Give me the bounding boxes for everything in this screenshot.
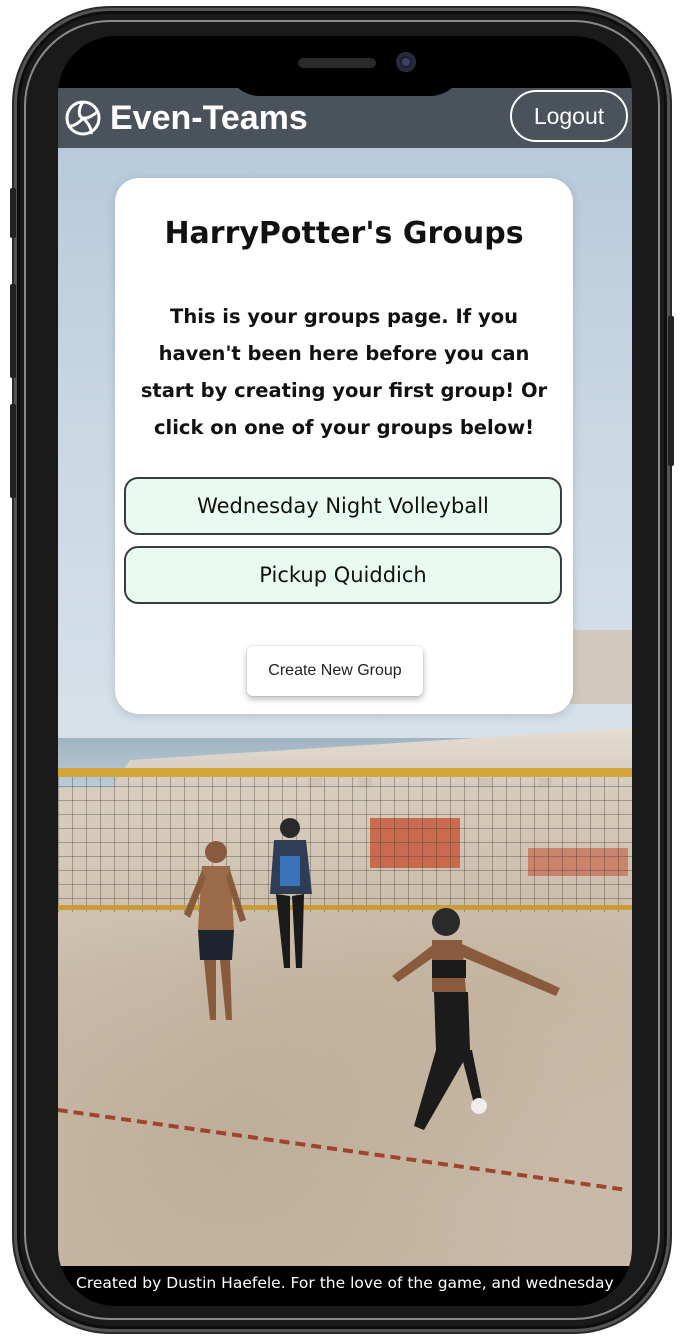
- groups-card: HarryPotter's Groups This is your groups…: [115, 178, 573, 714]
- page-title: HarryPotter's Groups: [164, 216, 524, 251]
- player-woman-dark: [270, 818, 312, 968]
- volume-down-button: [10, 404, 16, 498]
- volleyball-icon: [65, 100, 101, 136]
- net-top-band: [58, 768, 632, 777]
- speaker-grille: [298, 58, 376, 68]
- footer-text: Created by Dustin Haefele. For the love …: [76, 1274, 614, 1292]
- camera-icon: [396, 52, 416, 72]
- footer: Created by Dustin Haefele. For the love …: [58, 1266, 632, 1306]
- create-new-group-button[interactable]: Create New Group: [247, 646, 423, 696]
- brand-name: Even-Teams: [110, 98, 308, 137]
- mute-switch: [10, 188, 16, 238]
- player-woman-front: [392, 908, 560, 1130]
- logout-button[interactable]: Logout: [510, 90, 628, 142]
- power-button: [668, 316, 674, 466]
- player-man: [184, 841, 246, 1020]
- brand[interactable]: Even-Teams: [64, 96, 308, 140]
- volleyball-net: [58, 772, 632, 912]
- lifeguard-tower: [570, 630, 632, 704]
- group-button-pickup-quiddich[interactable]: Pickup Quiddich: [124, 546, 562, 604]
- groups-description: This is your groups page. If you haven't…: [140, 305, 548, 439]
- app-header: Even-Teams Logout: [58, 88, 632, 148]
- volume-up-button: [10, 284, 16, 378]
- group-button-wednesday-night-volleyball[interactable]: Wednesday Night Volleyball: [124, 477, 562, 535]
- phone-screen: Even-Teams Logout HarryPotter's Groups T…: [58, 36, 632, 1306]
- notch: [226, 36, 464, 96]
